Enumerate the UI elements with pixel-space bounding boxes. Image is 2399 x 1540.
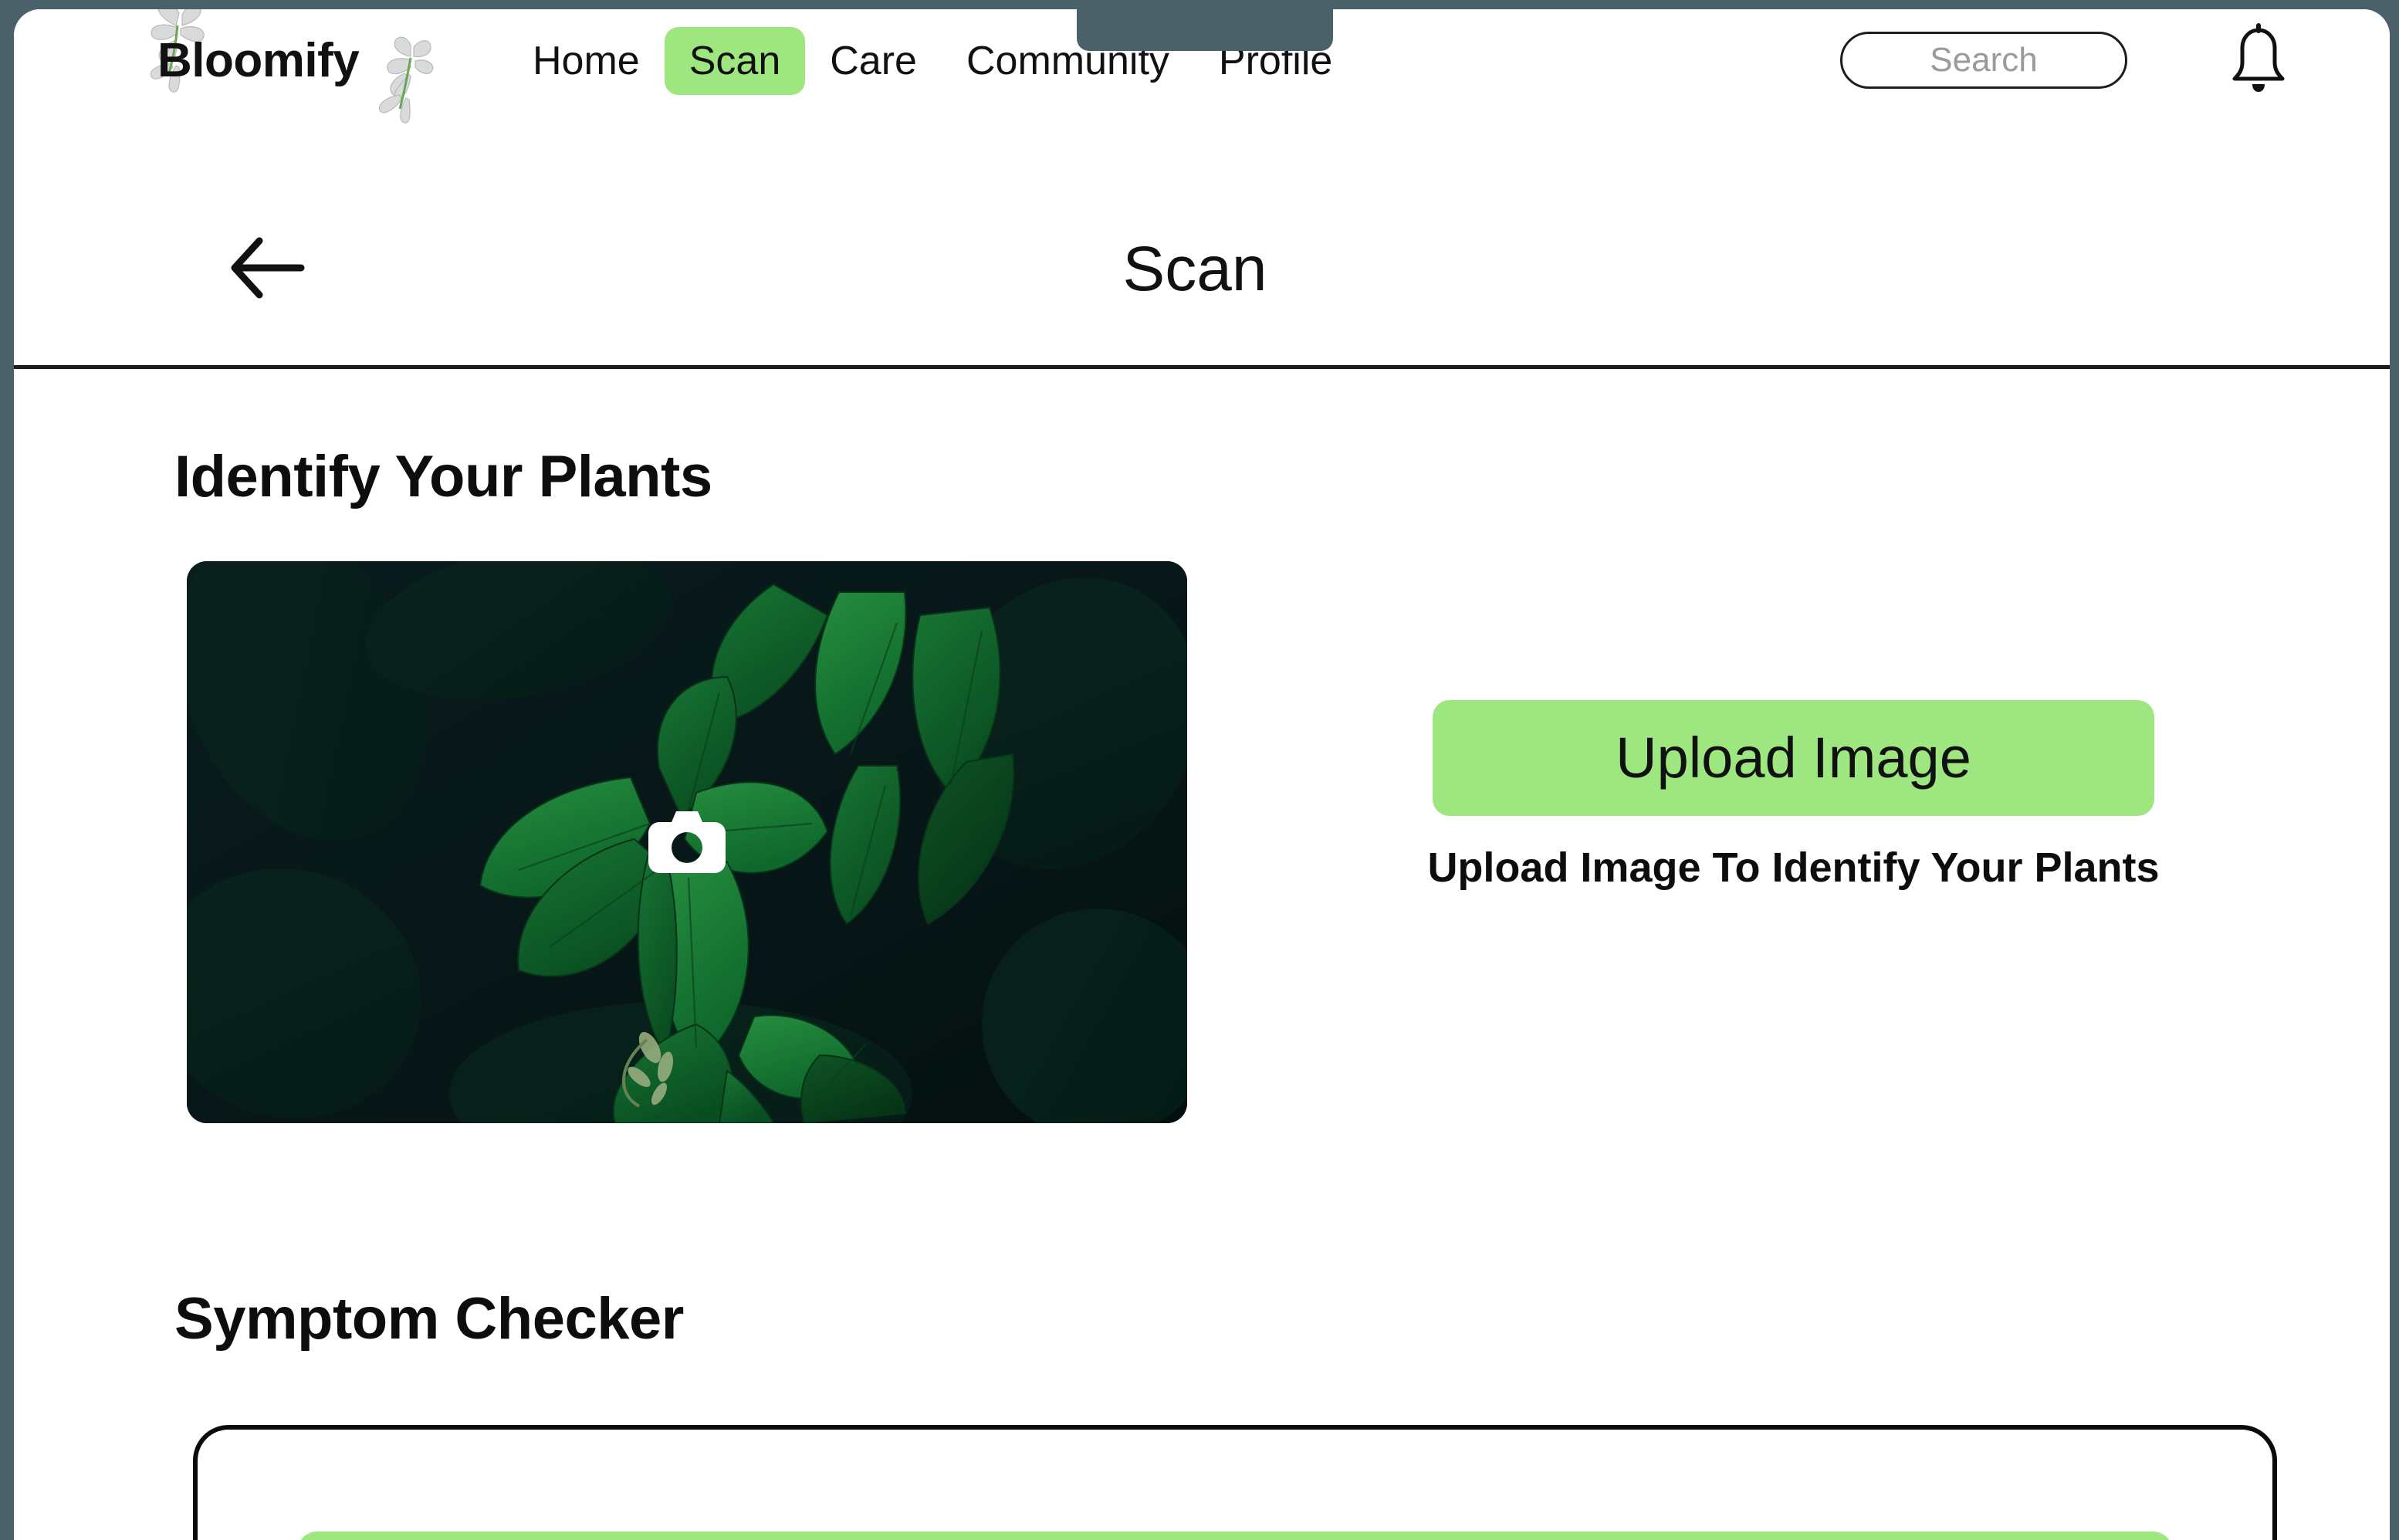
notifications-button[interactable]	[2220, 22, 2297, 99]
plant-photo-capture-area[interactable]	[187, 561, 1187, 1123]
nav-item-care[interactable]: Care	[805, 27, 942, 95]
camera-icon	[648, 807, 726, 878]
back-button[interactable]	[224, 235, 309, 304]
page-header: Scan	[14, 173, 2390, 369]
brand-logo[interactable]: Bloomify	[150, 9, 466, 124]
identify-section-row: Upload Image Upload Image To Identify Yo…	[14, 561, 2390, 1123]
symptom-section-heading: Symptom Checker	[174, 1286, 684, 1352]
upload-caption: Upload Image To Identify Your Plants	[1427, 844, 2160, 891]
search-input[interactable]	[1840, 32, 2127, 89]
identify-section-heading: Identify Your Plants	[174, 444, 712, 509]
main-content: Identify Your Plants Upload Image Upload…	[14, 443, 2390, 1540]
browser-tab[interactable]	[1077, 0, 1333, 51]
nav-item-scan[interactable]: Scan	[664, 27, 806, 95]
lily-flower-icon	[357, 35, 442, 127]
bell-icon	[2223, 22, 2294, 99]
app-root: Bloomify Home Scan Care Community Profil…	[0, 0, 2399, 1540]
page-title: Scan	[1122, 233, 1267, 304]
nav-item-home[interactable]: Home	[508, 27, 665, 95]
upload-image-button[interactable]: Upload Image	[1433, 700, 2154, 816]
arrow-left-icon	[225, 235, 307, 303]
brand-name: Bloomify	[157, 33, 360, 87]
symptom-checker-card: Select Symptom Categories ↓	[193, 1425, 2277, 1540]
nav-right-group	[1840, 22, 2297, 99]
select-symptom-categories-dropdown[interactable]: Select Symptom Categories ↓	[297, 1532, 2173, 1540]
page-viewport: Bloomify Home Scan Care Community Profil…	[14, 9, 2390, 1540]
upload-block: Upload Image Upload Image To Identify Yo…	[1427, 700, 2160, 892]
